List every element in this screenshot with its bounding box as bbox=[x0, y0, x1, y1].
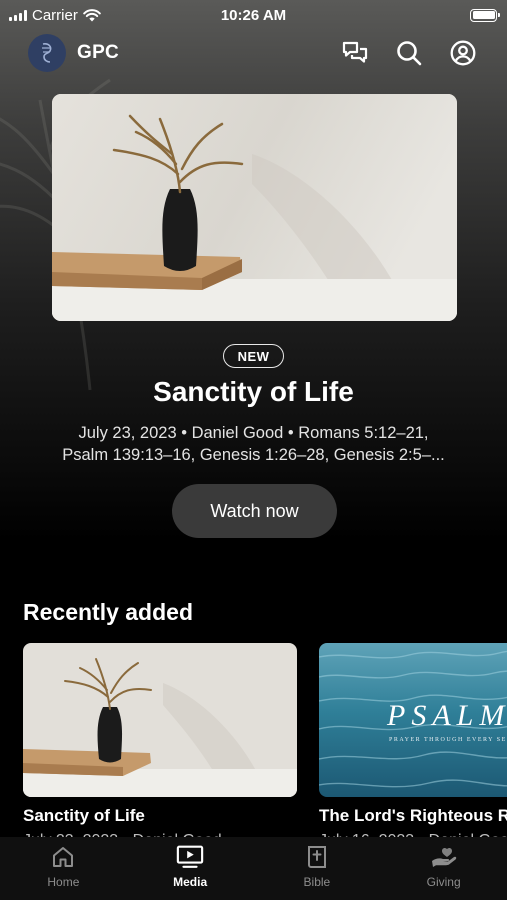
tab-home[interactable]: Home bbox=[0, 837, 127, 900]
giving-icon bbox=[430, 843, 458, 871]
hero-title: Sanctity of Life bbox=[153, 376, 354, 407]
media-card[interactable]: PSALM PRAYER THROUGH EVERY SE The Lord's… bbox=[319, 643, 507, 850]
tab-label: Home bbox=[47, 875, 80, 889]
carrier-label: Carrier bbox=[32, 6, 78, 24]
battery-icon bbox=[470, 8, 500, 22]
bible-icon bbox=[303, 843, 331, 871]
hero-thumbnail[interactable] bbox=[52, 94, 457, 321]
tab-label: Giving bbox=[426, 875, 461, 889]
top-nav: GPC bbox=[28, 33, 477, 73]
tab-giving[interactable]: Giving bbox=[380, 837, 507, 900]
brand-name: GPC bbox=[77, 42, 120, 63]
tab-bar: Home Media Bible Giving bbox=[0, 837, 507, 900]
nav-actions bbox=[341, 39, 477, 67]
recently-added-heading: Recently added bbox=[23, 599, 193, 625]
hero-meta-line-2: Psalm 139:13–16, Genesis 1:26–28, Genesi… bbox=[62, 446, 445, 464]
new-badge: NEW bbox=[223, 344, 284, 368]
tab-media[interactable]: Media bbox=[127, 837, 254, 900]
thumbnail-title: PSALM bbox=[387, 699, 507, 732]
card-title: Sanctity of Life bbox=[23, 806, 145, 825]
church-logo-icon bbox=[28, 34, 66, 72]
home-icon bbox=[49, 843, 77, 871]
search-icon[interactable] bbox=[395, 39, 423, 67]
card-thumbnail bbox=[23, 643, 297, 797]
media-icon bbox=[176, 843, 204, 871]
tab-label: Bible bbox=[303, 875, 331, 889]
chat-icon[interactable] bbox=[341, 39, 369, 67]
hero-meta: July 23, 2023 • Daniel Good • Romans 5:1… bbox=[30, 422, 477, 466]
status-left: Carrier bbox=[9, 7, 101, 24]
signal-icon bbox=[9, 9, 27, 21]
brand[interactable]: GPC bbox=[28, 34, 119, 72]
thumbnail-subtitle: PRAYER THROUGH EVERY SE bbox=[389, 737, 507, 743]
media-screen: Carrier 10:26 AM GPC NEW Sanctity of Lif… bbox=[0, 0, 507, 900]
tab-label: Media bbox=[173, 875, 208, 889]
card-title: The Lord's Righteous R bbox=[319, 806, 507, 825]
watch-now-button[interactable]: Watch now bbox=[172, 484, 337, 538]
profile-icon[interactable] bbox=[449, 39, 477, 67]
card-thumbnail-overlay: PSALM PRAYER THROUGH EVERY SE bbox=[319, 643, 507, 797]
wifi-icon bbox=[83, 8, 101, 21]
card-thumbnail: PSALM PRAYER THROUGH EVERY SE bbox=[319, 643, 507, 797]
media-card[interactable]: Sanctity of Life July 23, 2023 • Daniel … bbox=[23, 643, 297, 850]
tab-bible[interactable]: Bible bbox=[254, 837, 381, 900]
hero-meta-line-1: July 23, 2023 • Daniel Good • Romans 5:1… bbox=[78, 424, 429, 442]
status-bar: Carrier 10:26 AM bbox=[0, 0, 507, 30]
